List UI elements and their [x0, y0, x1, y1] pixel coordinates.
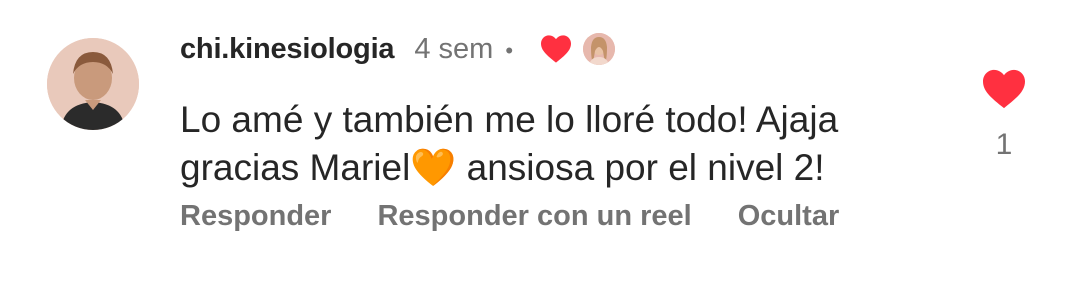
comment-actions: Responder Responder con un reel Ocultar: [180, 200, 885, 233]
user-avatar[interactable]: [47, 38, 139, 130]
comment-header: chi.kinesiologia 4 sem •: [180, 28, 960, 70]
username[interactable]: chi.kinesiologia: [180, 33, 395, 66]
like-control: 1: [980, 68, 1028, 162]
separator-dot: •: [505, 38, 514, 63]
reply-with-reel-button[interactable]: Responder con un reel: [377, 200, 691, 233]
comment-content: chi.kinesiologia 4 sem • Lo amé y tambié…: [180, 28, 960, 192]
reply-button[interactable]: Responder: [180, 200, 331, 233]
like-heart-icon[interactable]: [981, 68, 1027, 110]
hide-button[interactable]: Ocultar: [738, 200, 840, 233]
avatar-image: [47, 38, 139, 130]
creator-avatar: [583, 33, 616, 65]
like-count[interactable]: 1: [980, 128, 1028, 162]
creator-liked-heart-icon: [539, 34, 573, 64]
comment: chi.kinesiologia 4 sem • Lo amé y tambié…: [0, 0, 1080, 281]
comment-text: Lo amé y también me lo lloré todo! Ajaja…: [180, 99, 839, 188]
timestamp: 4 sem: [414, 32, 494, 65]
